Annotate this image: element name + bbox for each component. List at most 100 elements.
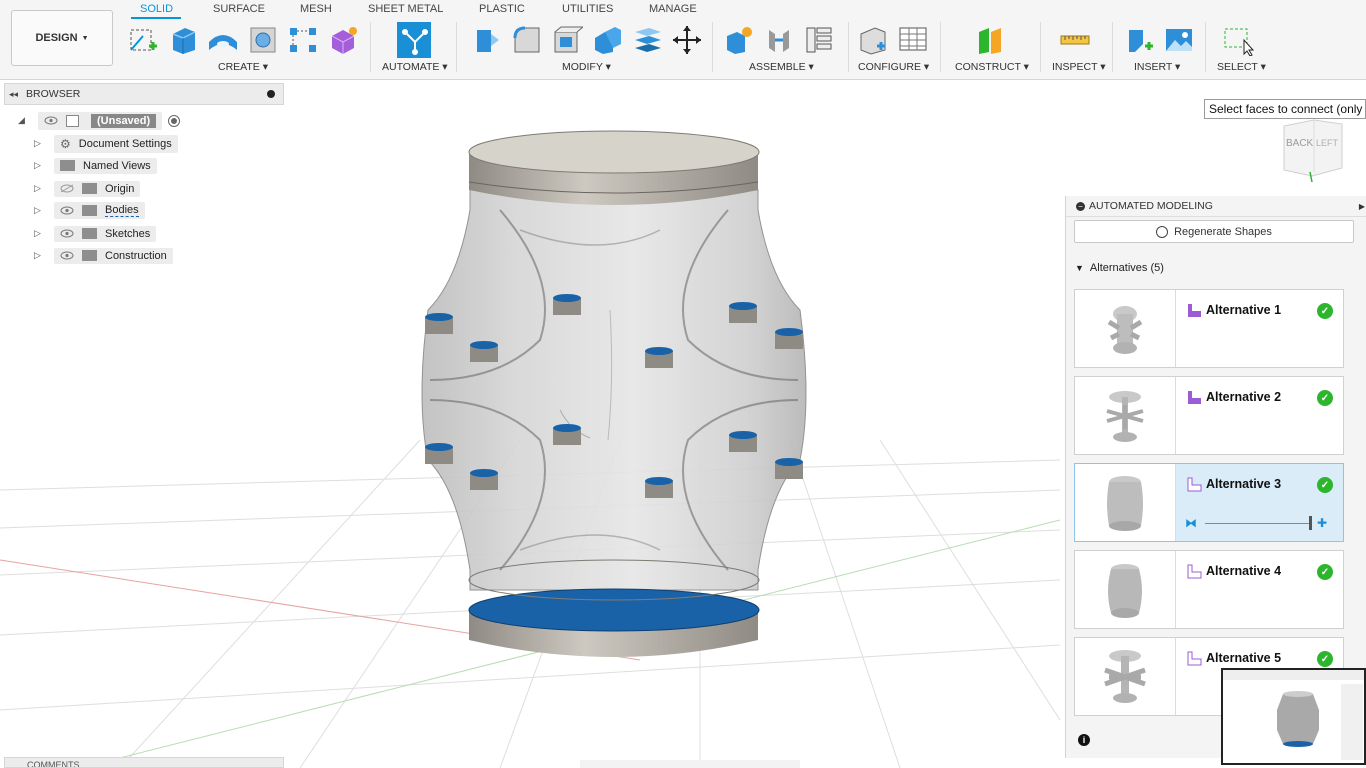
browser-node-origin[interactable]: ▷ Origin — [18, 179, 141, 198]
document-settings-label: Document Settings — [78, 137, 172, 150]
revolve-icon[interactable] — [206, 22, 240, 58]
expand-right-icon[interactable]: ▷ — [34, 138, 48, 149]
alternative-card-4[interactable]: Alternative 4 ✓ — [1074, 550, 1344, 629]
hole-icon[interactable] — [246, 22, 280, 58]
automated-modeling-header[interactable]: − AUTOMATED MODELING ▶ — [1066, 196, 1366, 217]
press-pull-icon[interactable] — [470, 22, 504, 58]
eye-icon[interactable] — [60, 229, 74, 238]
toolbar: DESIGN ▼ SOLID SURFACE MESH SHEET METAL … — [0, 0, 1366, 80]
info-icon[interactable]: i — [1078, 734, 1090, 746]
slider-handle[interactable] — [1309, 516, 1312, 530]
viewcube-back-label: BACK — [1286, 138, 1314, 149]
decrease-thickness-icon[interactable]: ⧓ — [1185, 516, 1197, 530]
alternative-thumbnail — [1075, 377, 1176, 454]
browser-root-node[interactable]: ◢ (Unsaved) — [18, 111, 181, 130]
expand-right-icon[interactable]: ▷ — [34, 205, 48, 216]
create-group-label[interactable]: CREATE ▾ — [218, 61, 268, 73]
expand-right-icon[interactable]: ▷ — [34, 228, 48, 239]
screen-recording-preview[interactable] — [1221, 668, 1366, 765]
assemble-group-label[interactable]: ASSEMBLE ▾ — [749, 61, 814, 73]
new-component-icon[interactable] — [722, 22, 756, 58]
assemble-label: ASSEMBLE — [749, 61, 806, 73]
alternative-card-1[interactable]: Alternative 1 ✓ — [1074, 289, 1344, 368]
alternative-label: Alternative 4 — [1206, 564, 1282, 578]
expand-down-icon[interactable]: ◢ — [18, 115, 32, 126]
slider-track[interactable] — [1205, 523, 1311, 524]
configure-icon[interactable] — [856, 22, 890, 58]
collapse-down-icon[interactable]: ▼ — [1075, 263, 1084, 273]
collapse-left-icon[interactable]: ◂◂ — [9, 89, 18, 100]
eye-icon[interactable] — [44, 116, 58, 125]
activate-radio-icon[interactable] — [168, 114, 181, 127]
increase-thickness-icon[interactable]: ✚ — [1317, 516, 1327, 530]
browser-node-named-views[interactable]: ▷ Named Views — [18, 156, 157, 175]
expand-right-icon[interactable]: ▷ — [34, 183, 48, 194]
select-group-label[interactable]: SELECT ▾ — [1217, 61, 1266, 73]
alternatives-header[interactable]: ▼ Alternatives (5) — [1075, 262, 1164, 274]
configure-group-label[interactable]: CONFIGURE ▾ — [858, 61, 929, 73]
configuration-table-icon[interactable] — [896, 22, 930, 58]
tab-sheet-metal[interactable]: SHEET METAL — [368, 3, 443, 15]
folder-icon — [82, 205, 97, 216]
insert-derive-icon[interactable] — [1124, 22, 1158, 58]
automated-modeling-icon[interactable] — [397, 22, 431, 58]
collapse-circle-icon[interactable]: − — [1076, 201, 1085, 211]
tab-plastic[interactable]: PLASTIC — [479, 3, 525, 15]
extrude-icon[interactable] — [166, 22, 200, 58]
comments-panel-header[interactable]: COMMENTS — [4, 757, 284, 768]
browser-panel-header[interactable]: ◂◂ BROWSER — [4, 83, 284, 105]
tab-surface[interactable]: SURFACE — [213, 3, 265, 15]
inspect-group-label[interactable]: INSPECT ▾ — [1052, 61, 1106, 73]
browser-node-document-settings[interactable]: ▷ ⚙ Document Settings — [18, 134, 178, 153]
tab-mesh[interactable]: MESH — [300, 3, 332, 15]
construct-label: CONSTRUCT — [955, 61, 1021, 73]
combine-icon[interactable] — [590, 22, 624, 58]
offset-face-icon[interactable] — [630, 22, 664, 58]
joint-icon[interactable] — [762, 22, 796, 58]
workspace-switcher-button[interactable]: DESIGN ▼ — [11, 10, 113, 66]
measure-icon[interactable] — [1058, 22, 1092, 58]
alternative-thumbnail — [1075, 464, 1176, 541]
insert-canvas-icon[interactable] — [1162, 22, 1196, 58]
alternative-label: Alternative 1 — [1206, 303, 1282, 317]
move-icon[interactable] — [670, 22, 704, 58]
eye-icon[interactable] — [60, 206, 74, 215]
regenerate-shapes-button[interactable]: Regenerate Shapes — [1074, 220, 1354, 243]
expand-right-icon[interactable]: ▶ — [1359, 202, 1365, 211]
automate-group-label[interactable]: AUTOMATE ▾ — [382, 61, 448, 73]
pattern-icon[interactable] — [286, 22, 320, 58]
tab-solid[interactable]: SOLID — [140, 3, 173, 15]
alternatives-title: Alternatives (5) — [1089, 262, 1164, 274]
bill-of-materials-icon[interactable] — [802, 22, 836, 58]
offset-plane-icon[interactable] — [974, 22, 1008, 58]
refresh-icon — [1156, 225, 1169, 238]
origin-label: Origin — [105, 182, 135, 195]
expand-right-icon[interactable]: ▷ — [34, 250, 48, 261]
browser-node-construction[interactable]: ▷ Construction — [18, 246, 173, 265]
eye-hidden-icon[interactable] — [60, 184, 74, 193]
eye-icon[interactable] — [60, 251, 74, 260]
tab-manage[interactable]: MANAGE — [649, 3, 697, 15]
browser-node-bodies[interactable]: ▷ Bodies — [18, 201, 145, 220]
fillet-icon[interactable] — [510, 22, 544, 58]
pin-icon[interactable] — [267, 90, 275, 98]
insert-group-label[interactable]: INSERT ▾ — [1134, 61, 1180, 73]
construct-group-label[interactable]: CONSTRUCT ▾ — [955, 61, 1029, 73]
checkmark-icon: ✓ — [1317, 564, 1333, 580]
expand-right-icon[interactable]: ▷ — [34, 160, 48, 171]
document-settings-pill: ⚙ Document Settings — [54, 134, 178, 153]
select-window-icon[interactable] — [1221, 22, 1255, 58]
alternative-card-2[interactable]: Alternative 2 ✓ — [1074, 376, 1344, 455]
tab-utilities[interactable]: UTILITIES — [562, 3, 613, 15]
checkmark-icon: ✓ — [1317, 477, 1333, 493]
generated-shape-icon — [1188, 391, 1201, 404]
form-icon[interactable] — [326, 22, 360, 58]
alternative-card-3[interactable]: Alternative 3 ✓ ⧓ ✚ — [1074, 463, 1344, 542]
modify-group-label[interactable]: MODIFY ▾ — [562, 61, 611, 73]
toolbar-separator — [1112, 22, 1113, 72]
browser-node-sketches[interactable]: ▷ Sketches — [18, 224, 157, 243]
thickness-slider[interactable]: ⧓ ✚ — [1185, 516, 1335, 530]
top-disk — [468, 130, 760, 205]
create-sketch-icon[interactable] — [126, 22, 160, 58]
shell-icon[interactable] — [550, 22, 584, 58]
